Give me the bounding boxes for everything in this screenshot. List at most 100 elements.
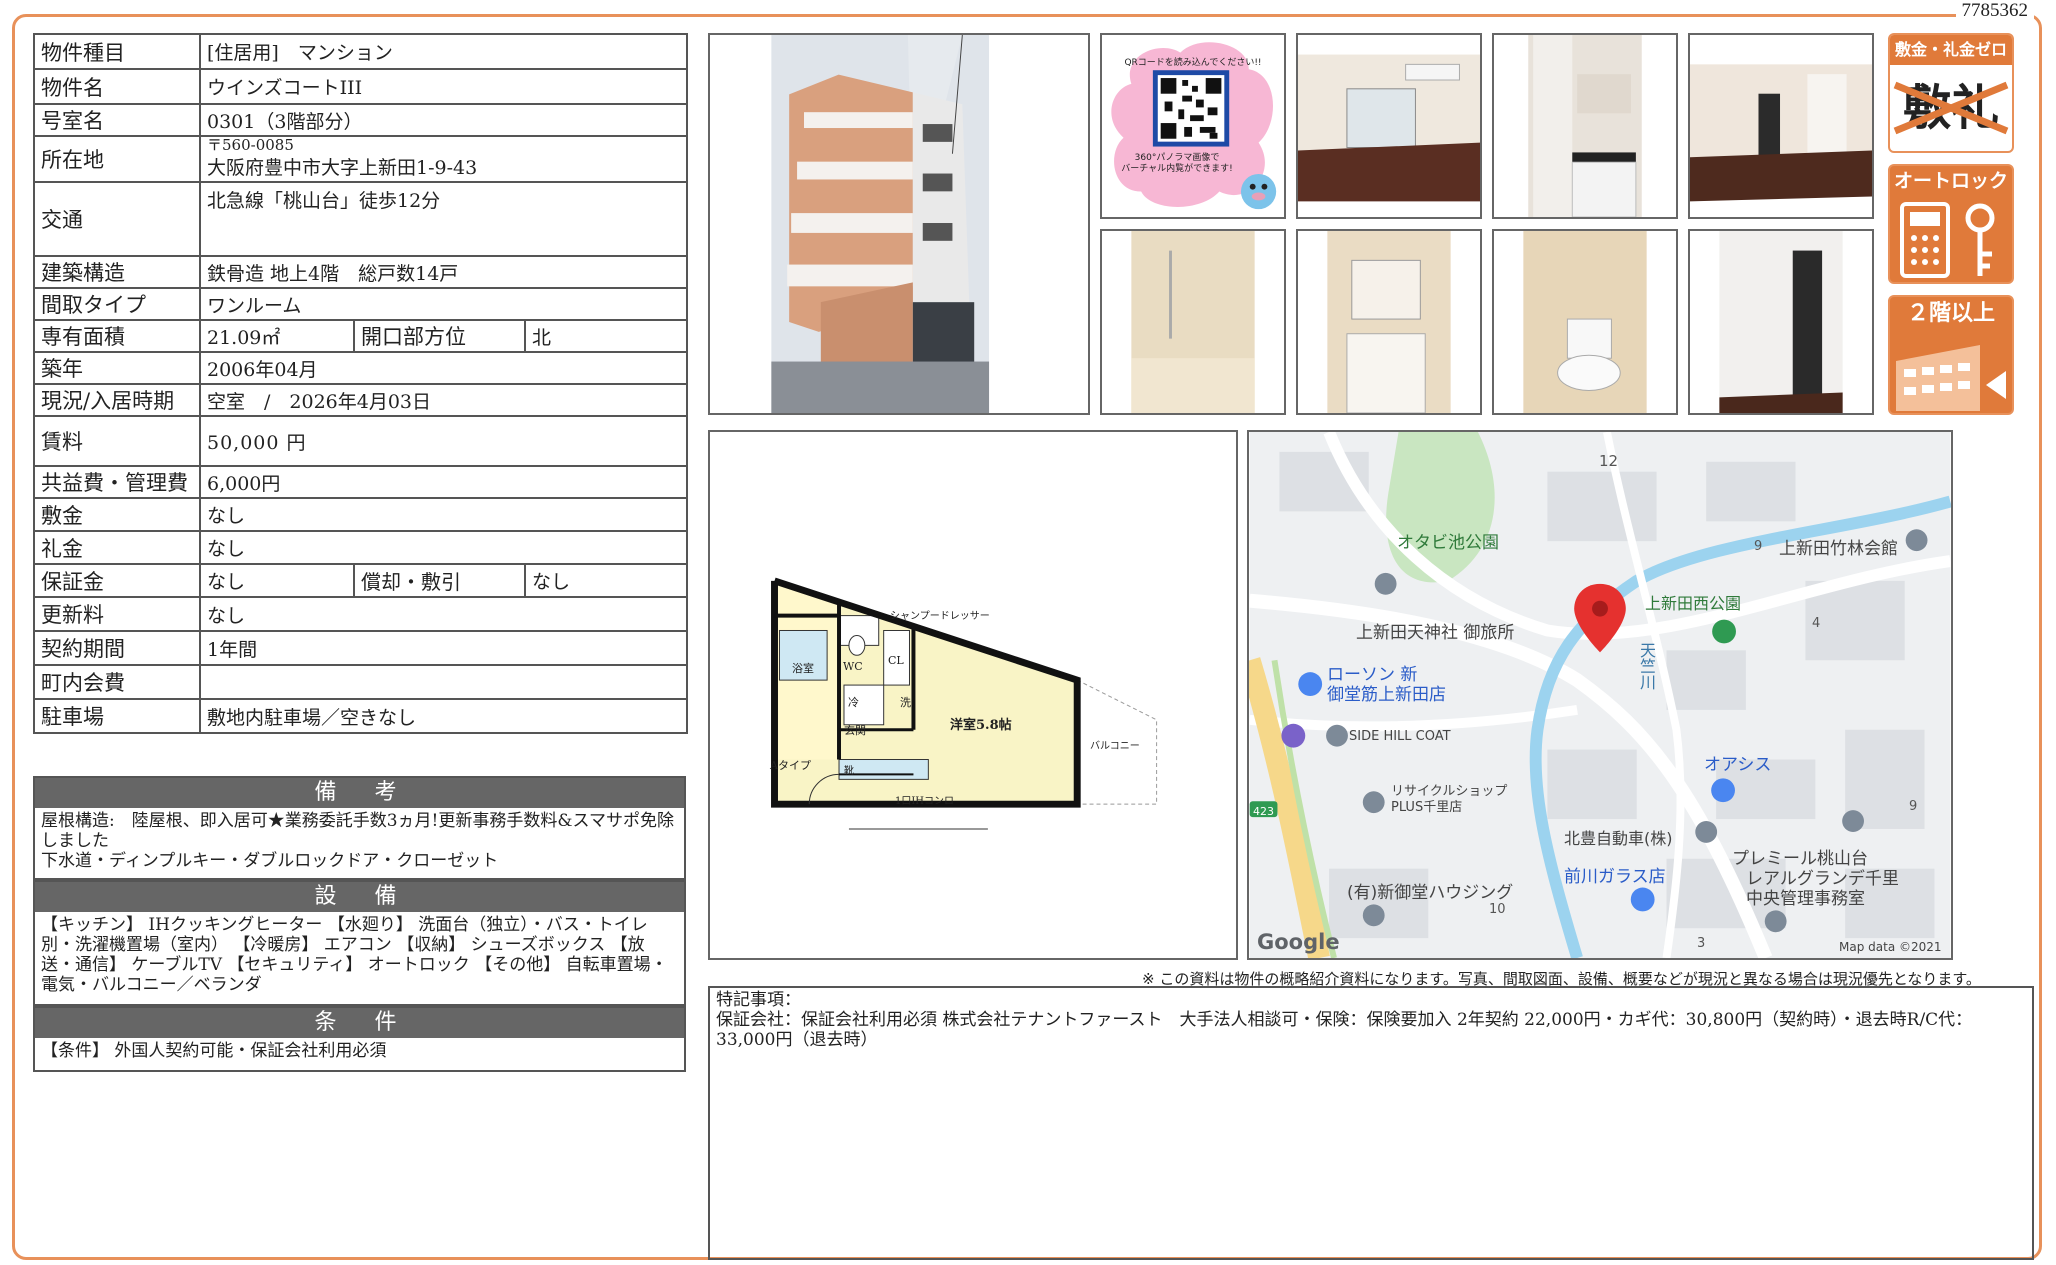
map-oasis: オアシス [1704,755,1772,775]
closet-photo [1688,229,1874,415]
rent-value: 50,000 円 [199,415,688,467]
location-map[interactable]: 12 オタビ池公園 9 上新田竹林会館 上新田天神社 御旅所 上新田西公園 4 … [1247,430,1953,960]
special-remarks-box: 特記事項： 保証会社：保証会社利用必須 株式会社テナントファースト 大手法人相談… [708,986,2034,1260]
built-label: 築年 [33,351,201,385]
row-rent: 賃料 50,000 円 [33,415,688,467]
fp-type: Aタイプ [770,759,811,772]
row-name: 物件名 ウインズコートIII [33,68,688,105]
status-value: 空室 / 2026年4月03日 [199,383,688,417]
row-key: 礼金 なし [33,530,688,565]
row-town: 町内会費 [33,664,688,700]
badge-autolock: オートロック [1888,164,2014,284]
parking-value: 敷地内駐車場／空きなし [199,698,688,734]
row-parking: 駐車場 敷地内駐車場／空きなし [33,698,688,734]
map-hall: 上新田竹林会館 [1779,539,1898,559]
structure-label: 建築構造 [33,255,201,289]
badge-second-floor: ２階以上 [1888,295,2014,415]
area-label: 専有面積 [33,319,201,353]
contract-value: 1年間 [199,630,688,666]
equipment-section: 設 備 【キッチン】 IHクッキングヒーター 【水廻り】 洗面台（独立）・バス・… [33,880,686,1006]
guarantee-label: 保証金 [33,563,201,598]
qr-bottom-line-1: 360°パノラマ画像で [1134,153,1220,163]
map-num-9a: 9 [1754,539,1763,554]
conditions-text: 【条件】 外国人契約可能・保証会社利用必須 [41,1041,387,1061]
row-address: 所在地 〒560-0085 大阪府豊中市大字上新田1-9-43 [33,135,688,183]
renewal-value: なし [199,596,688,632]
map-num-4: 4 [1812,616,1821,631]
row-room: 号室名 0301（3階部分） [33,103,688,137]
notes-line-2: 下水道・ディンプルキー・ダブルロックドア・クローゼット [41,851,499,871]
room-photo-window [1296,33,1482,219]
type-value: [住居用] マンション [199,33,688,70]
status-label: 現況/入居時期 [33,383,201,417]
map-lawson-2: 御堂筋上新田店 [1327,685,1446,705]
guarantee-value: なし [199,563,355,598]
row-type: 物件種目 [住居用] マンション [33,33,688,70]
map-glass: 前川ガラス店 [1564,867,1666,887]
map-recycle-2: PLUS千里店 [1391,800,1463,815]
document-number: 7785362 [1955,0,2034,22]
row-guarantee: 保証金 なし 償却・敷引 なし [33,563,688,598]
row-structure: 建築構造 鉄骨造 地上4階 総戸数14戸 [33,255,688,289]
property-spec-table: 物件種目 [住居用] マンション 物件名 ウインズコートIII 号室名 0301… [33,33,688,734]
map-route-423: 423 [1253,805,1274,818]
amort-label: 償却・敷引 [353,563,526,598]
map-sidehill: SIDE HILL COAT [1349,729,1451,744]
bathroom-photo [1100,229,1286,415]
qr-panorama-tile[interactable]: QRコードを読み込んでください!! 360°パノラマ画像で バーチャル内覧ができま… [1100,33,1286,219]
kitchen-photo [1492,33,1678,219]
map-premiere-3: 中央管理事務室 [1746,889,1865,909]
building-exterior-photo [708,33,1090,415]
name-label: 物件名 [33,68,201,105]
toilet-photo [1492,229,1678,415]
equipment-heading: 設 備 [35,882,684,912]
row-layout: 間取タイプ ワンルーム [33,287,688,321]
fp-wash: 洗 [900,696,911,709]
badge-autolock-title: オートロック [1893,170,2008,192]
remarks-text: 保証会社：保証会社利用必須 株式会社テナントファースト 大手法人相談可・保険：保… [716,1010,1973,1050]
deposit-label: 敷金 [33,497,201,532]
map-park-2: 上新田西公園 [1645,594,1742,613]
floor-plan: シャンプードレッサー WC 浴室 CL 冷 洗 洋室5.8帖 玄関 靴 バルコニ… [708,430,1238,960]
conditions-section: 条 件 【条件】 外国人契約可能・保証会社利用必須 [33,1006,686,1072]
map-num-10: 10 [1489,902,1506,917]
conditions-heading: 条 件 [35,1008,684,1038]
room-value: 0301（3階部分） [199,103,688,137]
map-num-12: 12 [1599,452,1619,470]
row-renewal: 更新料 なし [33,596,688,632]
opening-label: 開口部方位 [353,319,526,353]
layout-label: 間取タイプ [33,287,201,321]
parking-label: 駐車場 [33,698,201,734]
qr-top-text: QRコードを読み込んでください!! [1124,58,1262,68]
equipment-text: 【キッチン】 IHクッキングヒーター 【水廻り】 洗面台（独立）・バス・トイレ別… [41,915,668,995]
key-money-value: なし [199,530,688,565]
fp-shoes: 靴 [844,766,854,777]
common-label: 共益費・管理費 [33,465,201,499]
cross-out-icon [1893,81,2009,135]
map-kitahoyo: 北豊自動車(株) [1564,829,1673,848]
fp-room: 洋室5.8帖 [950,718,1012,733]
row-status: 現況/入居時期 空室 / 2026年4月03日 [33,383,688,417]
row-contract: 契約期間 1年間 [33,630,688,666]
row-deposit: 敷金 なし [33,497,688,532]
fp-shampoo-dresser: シャンプードレッサー [890,611,990,622]
qr-bottom-line-2: バーチャル内覧ができます! [1121,164,1233,174]
badge-second-floor-title: ２階以上 [1906,301,1995,326]
qr-bottom-text: 360°パノラマ画像で バーチャル内覧ができます! [1112,153,1242,175]
structure-value: 鉄骨造 地上4階 総戸数14戸 [199,255,688,289]
map-park-1: オタビ池公園 [1397,533,1499,553]
type-label: 物件種目 [33,33,201,70]
notes-section: 備 考 屋根構造: 陸屋根、即入居可★業務委託手数3ヵ月!更新事務手数料&スマサ… [33,776,686,880]
notes-heading: 備 考 [35,778,684,808]
fp-cold: 冷 [848,696,859,709]
row-common: 共益費・管理費 6,000円 [33,465,688,499]
washbasin-photo [1296,229,1482,415]
map-data-credit: Map data ©2021 [1839,940,1942,954]
address-value: 大阪府豊中市大字上新田1-9-43 [207,157,478,179]
row-area: 専有面積 21.09㎡ 開口部方位 北 [33,319,688,353]
town-fee-label: 町内会費 [33,664,201,700]
badge-deposit-zero-title: 敷金・礼金ゼロ [1890,35,2012,65]
deposit-value: なし [199,497,688,532]
traffic-value: 北急線「桃山台」徒歩12分 [199,181,688,257]
opening-value: 北 [524,319,688,353]
